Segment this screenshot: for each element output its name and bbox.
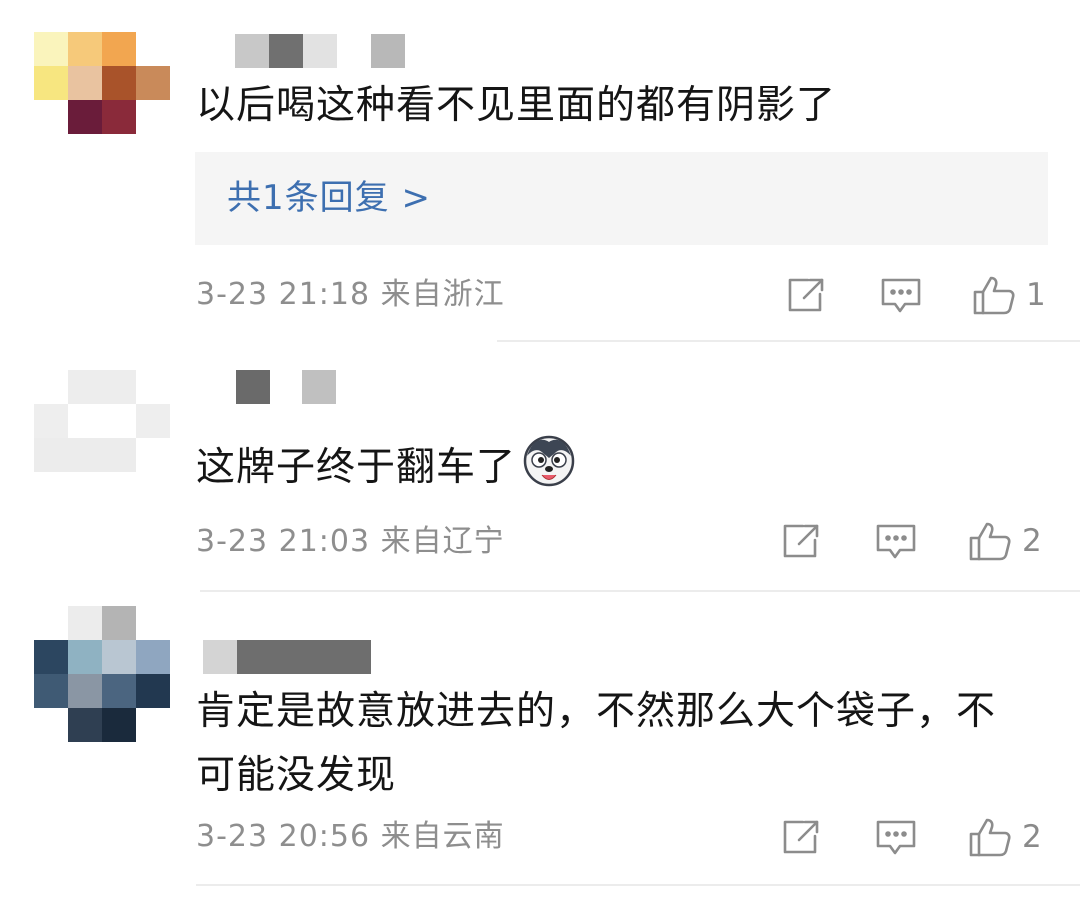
comment-time: 3-23 20:56 <box>196 819 371 854</box>
share-button[interactable] <box>781 522 821 560</box>
comment-button[interactable] <box>880 276 922 316</box>
comment-button[interactable] <box>875 818 917 858</box>
thumbs-up-icon <box>969 818 1011 857</box>
share-button[interactable] <box>781 818 821 856</box>
comment-icon <box>876 524 916 559</box>
share-icon <box>783 820 819 854</box>
avatar[interactable] <box>34 370 170 480</box>
like-button[interactable]: 2 <box>968 816 1042 858</box>
comment-icon <box>881 278 921 313</box>
thumbs-up-icon <box>973 276 1015 315</box>
share-icon <box>788 278 824 312</box>
comment-location: 来自辽宁 <box>380 524 505 559</box>
comment-text: 这牌子终于翻车了 <box>196 434 1046 504</box>
comment-text-content: 这牌子终于翻车了 <box>196 445 517 490</box>
username[interactable] <box>235 34 405 70</box>
avatar[interactable] <box>34 606 170 742</box>
like-count: 2 <box>1022 819 1042 855</box>
comment-button[interactable] <box>875 522 917 562</box>
comment-meta: 3-23 20:56 来自云南 <box>196 817 505 857</box>
share-icon <box>783 524 819 558</box>
comment-text-line: 可能没发现 <box>196 753 397 798</box>
comment-text: 以后喝这种看不见里面的都有阴影了 <box>196 83 837 128</box>
husky-emoji-icon <box>522 434 576 504</box>
comment-text: 肯定是故意放进去的，不然那么大个袋子，不 可能没发现 <box>196 684 1046 804</box>
like-button[interactable]: 2 <box>968 520 1042 562</box>
comment-item: 以后喝这种看不见里面的都有阴影了 共1条回复 > 3-23 21:18 来自浙江… <box>0 0 1080 340</box>
avatar[interactable] <box>34 32 170 142</box>
divider <box>196 884 1080 886</box>
comment-item: 这牌子终于翻车了 3-23 21:03 来自辽宁 2 <box>0 342 1080 590</box>
comment-time: 3-23 21:18 <box>196 277 371 312</box>
comment-location: 来自浙江 <box>380 277 505 312</box>
like-count: 2 <box>1022 523 1042 559</box>
comment-location: 来自云南 <box>380 819 505 854</box>
comment-icon <box>876 820 916 855</box>
comment-text-line: 肯定是故意放进去的，不然那么大个袋子，不 <box>196 689 997 734</box>
like-button[interactable]: 1 <box>972 274 1046 316</box>
username[interactable] <box>236 370 336 406</box>
comment-time: 3-23 21:03 <box>196 524 371 559</box>
view-replies-link[interactable]: 共1条回复 > <box>195 152 1048 245</box>
comment-meta: 3-23 21:18 来自浙江 <box>196 275 505 315</box>
username[interactable] <box>203 640 371 676</box>
like-count: 1 <box>1026 277 1046 313</box>
comment-meta: 3-23 21:03 来自辽宁 <box>196 522 505 562</box>
thumbs-up-icon <box>969 522 1011 561</box>
comment-item: 肯定是故意放进去的，不然那么大个袋子，不 可能没发现 3-23 20:56 来自… <box>0 592 1080 902</box>
share-button[interactable] <box>786 276 826 314</box>
